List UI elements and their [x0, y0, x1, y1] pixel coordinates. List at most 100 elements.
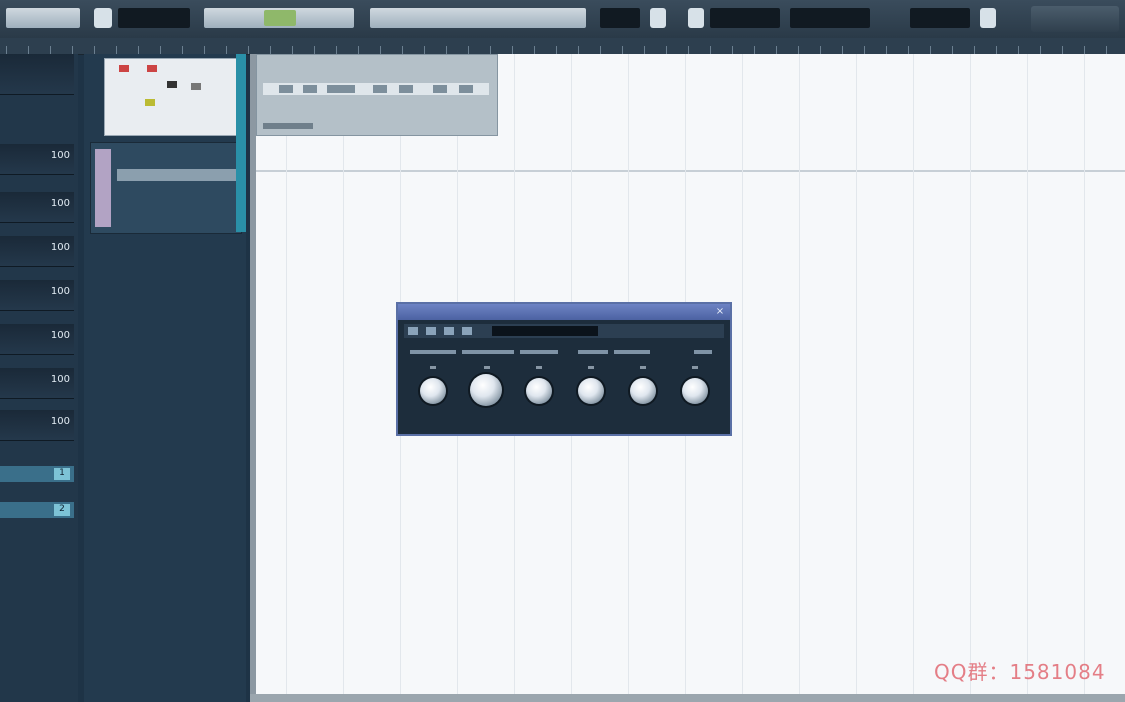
ruler-tick — [116, 46, 117, 54]
mixer-tag-1[interactable]: 1 — [0, 466, 74, 482]
ruler-tick — [358, 46, 359, 54]
mixer-channel-4[interactable]: 100 — [0, 280, 74, 311]
main-toolbar — [0, 0, 1125, 39]
plugin-menu-button[interactable] — [408, 327, 418, 335]
pattern-toggle-button[interactable] — [94, 8, 112, 28]
tool-button[interactable] — [327, 85, 355, 93]
ruler-tick — [314, 46, 315, 54]
snap-button[interactable] — [688, 8, 704, 28]
ruler-tick — [600, 46, 601, 54]
plugin-window: × — [396, 302, 732, 436]
pattern-stepper[interactable] — [650, 8, 666, 28]
channel-volume: 100 — [50, 198, 70, 209]
parameter-knob-5[interactable] — [630, 378, 656, 404]
ruler-tick — [490, 46, 491, 54]
grid-line — [1084, 54, 1085, 696]
ruler-tick — [666, 46, 667, 54]
knob-indicator — [536, 366, 542, 369]
plugin-button[interactable] — [462, 327, 472, 335]
ruler-tick — [974, 46, 975, 54]
ruler-tick — [226, 46, 227, 54]
mixer-tag-2[interactable]: 2 — [0, 502, 74, 518]
ruler-tick — [842, 46, 843, 54]
ruler-tick — [1062, 46, 1063, 54]
plugin-button[interactable] — [426, 327, 436, 335]
tool-button[interactable] — [433, 85, 447, 93]
parameter-knob-4[interactable] — [578, 378, 604, 404]
parameter-labels — [410, 350, 720, 360]
preview-note — [119, 65, 129, 72]
track-divider — [256, 170, 1125, 172]
tag-label: 2 — [54, 504, 70, 516]
ruler-tick — [50, 46, 51, 54]
tool-button[interactable] — [373, 85, 387, 93]
tempo-display[interactable] — [118, 8, 190, 28]
parameter-knob-2[interactable] — [470, 374, 502, 406]
pattern-number-display[interactable] — [600, 8, 640, 28]
mixer-channel-7[interactable]: 100 — [0, 410, 74, 441]
parameter-knob-6[interactable] — [682, 378, 708, 404]
transport-controls[interactable] — [204, 8, 354, 28]
mixer-channel-2[interactable]: 100 — [0, 192, 74, 223]
preview-note — [191, 83, 201, 90]
knob-indicator — [692, 366, 698, 369]
ruler-tick — [930, 46, 931, 54]
ruler-tick — [94, 46, 95, 54]
ruler-tick — [578, 46, 579, 54]
ruler-tick — [138, 46, 139, 54]
preview-note — [145, 99, 155, 106]
plugin-button[interactable] — [444, 327, 454, 335]
play-button[interactable] — [264, 10, 296, 26]
tool-button[interactable] — [303, 85, 317, 93]
close-icon[interactable]: × — [714, 306, 726, 318]
tool-button[interactable] — [399, 85, 413, 93]
channel-volume: 100 — [50, 242, 70, 253]
horizontal-scrollbar[interactable] — [250, 694, 1125, 702]
ruler-tick — [336, 46, 337, 54]
panel-resize-handle[interactable] — [263, 123, 313, 129]
parameter-knob-3[interactable] — [526, 378, 552, 404]
channel-volume: 100 — [50, 374, 70, 385]
timeline-ruler[interactable] — [0, 38, 1125, 55]
knob-indicator — [588, 366, 594, 369]
ruler-tick — [710, 46, 711, 54]
knob-indicator — [430, 366, 436, 369]
ruler-tick — [644, 46, 645, 54]
grid-line — [856, 54, 857, 696]
mixer-channel-5[interactable]: 100 — [0, 324, 74, 355]
grid-line — [970, 54, 971, 696]
tool-button[interactable] — [459, 85, 473, 93]
mixer-channel-6[interactable]: 100 — [0, 368, 74, 399]
plugin-title-bar[interactable] — [398, 304, 730, 320]
ruler-tick — [996, 46, 997, 54]
contact-watermark: QQ群：1581084 — [934, 660, 1106, 684]
ruler-tick — [622, 46, 623, 54]
ruler-tick — [952, 46, 953, 54]
parameter-label — [410, 350, 456, 354]
ruler-tick — [1084, 46, 1085, 54]
ruler-tick — [776, 46, 777, 54]
parameter-knob-1[interactable] — [420, 378, 446, 404]
song-mode-button[interactable] — [6, 8, 80, 28]
ruler-tick — [292, 46, 293, 54]
channel-volume: 100 — [50, 416, 70, 427]
channel-volume: 100 — [50, 150, 70, 161]
ruler-tick — [6, 46, 7, 54]
tool-button[interactable] — [279, 85, 293, 93]
time-display — [370, 8, 586, 28]
browser-scrollbar[interactable] — [236, 54, 246, 232]
grid-line — [286, 54, 287, 696]
memory-meter — [790, 8, 870, 28]
pattern-preview[interactable] — [104, 58, 240, 136]
master-volume-knob[interactable] — [980, 8, 996, 28]
preview-note — [167, 81, 177, 88]
output-meter — [910, 8, 970, 28]
preset-display[interactable] — [492, 326, 598, 336]
mixer-channel-3[interactable]: 100 — [0, 236, 74, 267]
mixer-channel-1[interactable]: 100 — [0, 144, 74, 175]
grid-line — [1027, 54, 1028, 696]
floating-tool-panel — [256, 54, 498, 136]
parameter-label — [614, 350, 650, 354]
ruler-tick — [182, 46, 183, 54]
ruler-tick — [402, 46, 403, 54]
